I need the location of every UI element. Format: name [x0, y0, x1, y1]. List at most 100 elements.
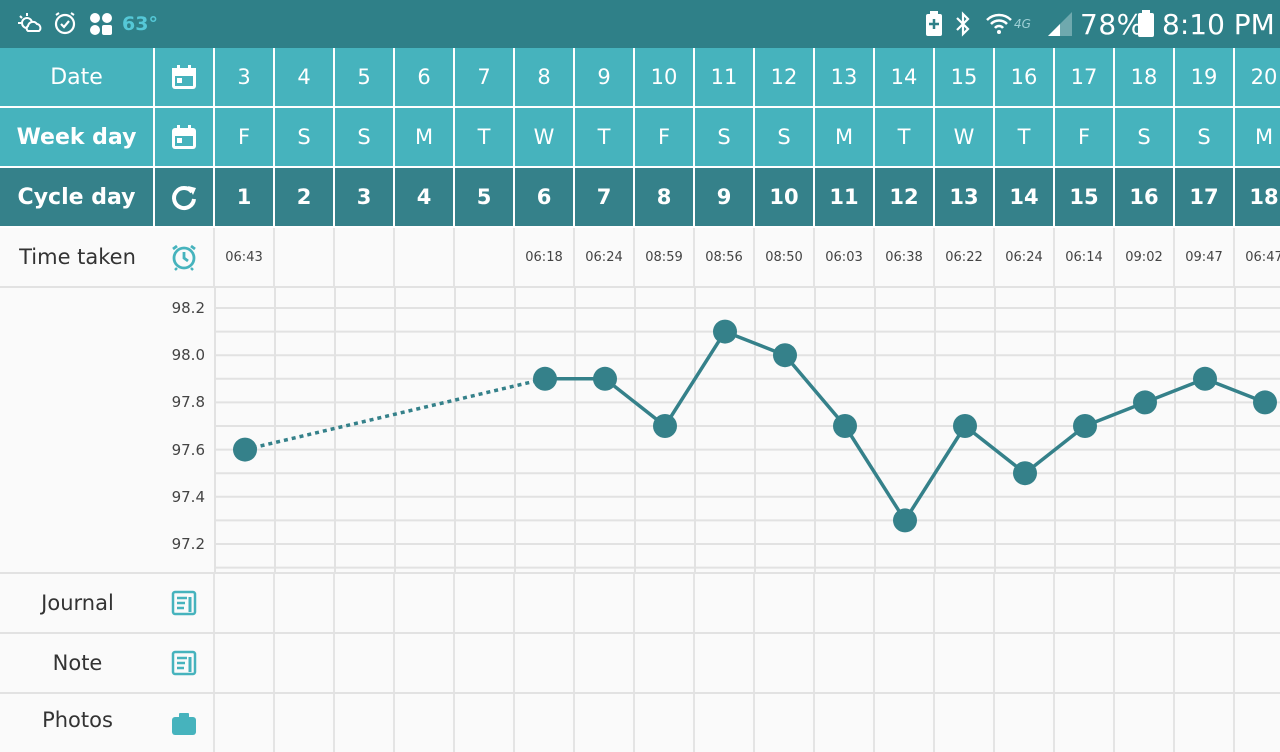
date-cell[interactable]: 16 [995, 48, 1055, 106]
time-taken-cell[interactable] [395, 228, 455, 286]
cycle-day-cell[interactable]: 15 [1055, 168, 1115, 226]
time-taken-cell[interactable]: 08:56 [695, 228, 755, 286]
cycle-day-cell[interactable]: 17 [1175, 168, 1235, 226]
refresh-icon[interactable] [155, 168, 215, 226]
date-cell[interactable]: 5 [335, 48, 395, 106]
note-cell[interactable] [275, 634, 335, 692]
weekday-cell[interactable]: S [335, 108, 395, 166]
weekday-cell[interactable]: S [275, 108, 335, 166]
date-cell[interactable]: 8 [515, 48, 575, 106]
note-cell[interactable] [875, 634, 935, 692]
note-cell[interactable] [335, 634, 395, 692]
temperature-point[interactable] [833, 414, 857, 438]
date-cell[interactable]: 15 [935, 48, 995, 106]
cycle-day-cell[interactable]: 12 [875, 168, 935, 226]
weekday-cell[interactable]: M [815, 108, 875, 166]
time-taken-cell[interactable]: 09:02 [1115, 228, 1175, 286]
date-cell[interactable]: 7 [455, 48, 515, 106]
alarm-clock-icon[interactable] [155, 228, 215, 286]
note-cell[interactable] [1115, 634, 1175, 692]
weekday-cell[interactable]: S [695, 108, 755, 166]
journal-cell[interactable] [395, 574, 455, 632]
photos-cell[interactable] [695, 694, 755, 752]
weekday-cell[interactable]: T [875, 108, 935, 166]
calendar-icon[interactable] [155, 108, 215, 166]
photos-cell[interactable] [875, 694, 935, 752]
weekday-cell[interactable]: W [935, 108, 995, 166]
journal-cell[interactable] [995, 574, 1055, 632]
date-cell[interactable]: 19 [1175, 48, 1235, 106]
weekday-cell[interactable]: S [755, 108, 815, 166]
date-cell[interactable]: 11 [695, 48, 755, 106]
cycle-day-cell[interactable]: 5 [455, 168, 515, 226]
cycle-day-cell[interactable]: 8 [635, 168, 695, 226]
date-cell[interactable]: 9 [575, 48, 635, 106]
temperature-point[interactable] [1073, 414, 1097, 438]
photos-cell[interactable] [575, 694, 635, 752]
photos-cell[interactable] [275, 694, 335, 752]
photos-cell[interactable] [455, 694, 515, 752]
cycle-day-cell[interactable]: 2 [275, 168, 335, 226]
temperature-point[interactable] [773, 343, 797, 368]
cycle-day-cell[interactable]: 10 [755, 168, 815, 226]
photos-cell[interactable] [1115, 694, 1175, 752]
journal-cell[interactable] [935, 574, 995, 632]
note-cell[interactable] [995, 634, 1055, 692]
photos-cell[interactable] [215, 694, 275, 752]
calendar-icon[interactable] [155, 48, 215, 106]
temperature-point[interactable] [953, 414, 977, 438]
temperature-point[interactable] [653, 414, 677, 438]
note-cell[interactable] [1175, 634, 1235, 692]
time-taken-cell[interactable]: 06:38 [875, 228, 935, 286]
journal-cell[interactable] [1115, 574, 1175, 632]
note-cell[interactable] [575, 634, 635, 692]
temperature-point[interactable] [893, 508, 917, 533]
temperature-point[interactable] [1013, 461, 1037, 486]
temperature-point[interactable] [1253, 390, 1277, 415]
weekday-cell[interactable]: F [215, 108, 275, 166]
note-cell[interactable] [515, 634, 575, 692]
date-cell[interactable]: 12 [755, 48, 815, 106]
cycle-day-cell[interactable]: 18 [1235, 168, 1280, 226]
weekday-cell[interactable]: T [455, 108, 515, 166]
journal-cell[interactable] [755, 574, 815, 632]
temperature-chart[interactable]: 98.2 98.0 97.8 97.6 97.4 97.2 [0, 288, 1280, 575]
weekday-cell[interactable]: T [575, 108, 635, 166]
journal-cell[interactable] [875, 574, 935, 632]
photos-cell[interactable] [935, 694, 995, 752]
photos-cell[interactable] [635, 694, 695, 752]
date-cell[interactable]: 20 [1235, 48, 1280, 106]
journal-cell[interactable] [815, 574, 875, 632]
temperature-point[interactable] [1133, 390, 1157, 415]
temperature-point[interactable] [713, 319, 737, 344]
temperature-point[interactable] [1193, 366, 1217, 391]
date-cell[interactable]: 13 [815, 48, 875, 106]
time-taken-cell[interactable]: 06:24 [995, 228, 1055, 286]
journal-cell[interactable] [515, 574, 575, 632]
note-cell[interactable] [455, 634, 515, 692]
journal-cell[interactable] [575, 574, 635, 632]
note-cell[interactable] [815, 634, 875, 692]
photos-cell[interactable] [1175, 694, 1235, 752]
photos-cell[interactable] [335, 694, 395, 752]
date-cell[interactable]: 6 [395, 48, 455, 106]
weekday-cell[interactable]: F [635, 108, 695, 166]
cycle-day-cell[interactable]: 14 [995, 168, 1055, 226]
date-cell[interactable]: 10 [635, 48, 695, 106]
temperature-point[interactable] [533, 366, 557, 391]
journal-cell[interactable] [215, 574, 275, 632]
note-cell[interactable] [1055, 634, 1115, 692]
cycle-day-cell[interactable]: 1 [215, 168, 275, 226]
photos-cell[interactable] [995, 694, 1055, 752]
journal-cell[interactable] [455, 574, 515, 632]
cycle-day-cell[interactable]: 13 [935, 168, 995, 226]
temperature-point[interactable] [233, 437, 257, 462]
weekday-cell[interactable]: S [1175, 108, 1235, 166]
journal-cell[interactable] [1175, 574, 1235, 632]
weekday-cell[interactable]: T [995, 108, 1055, 166]
date-cell[interactable]: 17 [1055, 48, 1115, 106]
photos-cell[interactable] [1235, 694, 1280, 752]
note-cell[interactable] [695, 634, 755, 692]
time-taken-cell[interactable]: 06:14 [1055, 228, 1115, 286]
cycle-day-cell[interactable]: 4 [395, 168, 455, 226]
